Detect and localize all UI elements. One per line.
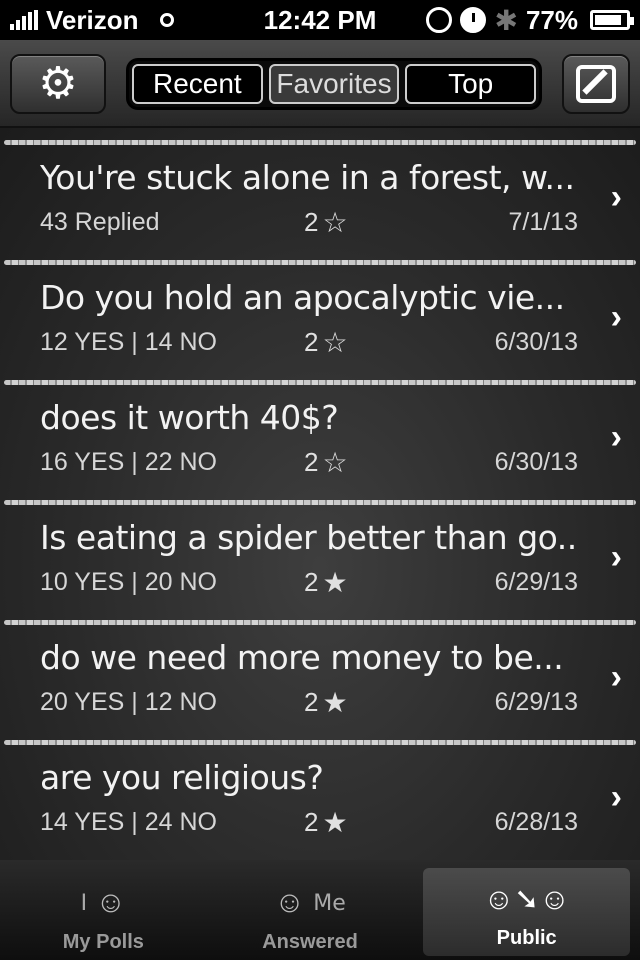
my-polls-icon: I ☺ [80,886,127,919]
poll-date: 6/29/13 [494,688,578,716]
poll-stats: 43 Replied [40,208,160,236]
battery-percent: 77% [525,4,578,35]
star-outline-icon: ☆ [322,327,348,358]
tab-my-polls[interactable]: I ☺ My Polls [0,860,207,960]
tab-label: My Polls [62,931,144,953]
chevron-right-icon: › [610,298,622,336]
chevron-right-icon: › [610,658,622,696]
bluetooth-icon: ✱ [494,4,518,36]
chevron-right-icon: › [610,538,622,576]
poll-title: are you religious? [40,758,324,797]
chalk-divider [4,500,636,505]
public-icon: ☺➘☺ [483,882,570,916]
chalk-divider [4,620,636,625]
chalk-divider [4,260,636,265]
activity-icon [160,13,175,27]
filter-segmented-control: Recent Favorites Top [126,58,542,110]
poll-stars: 2 ★ [304,687,348,718]
chalk-divider [4,380,636,385]
poll-stats: 10 YES | 20 NO [40,568,217,596]
list-item[interactable]: Is eating a spider better than go... 10 … [0,488,640,608]
chevron-right-icon: › [610,778,622,816]
poll-stats: 14 YES | 24 NO [40,808,217,836]
list-item[interactable]: does it worth 40$? 16 YES | 22 NO 2 ☆ 6/3… [0,368,640,488]
poll-title: Do you hold an apocalyptic vie... [40,278,565,317]
poll-date: 7/1/13 [508,208,578,236]
star-outline-icon: ☆ [322,207,348,238]
poll-date: 6/28/13 [494,808,578,836]
signal-icon [10,10,38,30]
poll-date: 6/29/13 [494,568,578,596]
star-outline-icon: ☆ [322,447,348,478]
poll-date: 6/30/13 [494,448,578,476]
star-filled-icon: ★ [322,687,348,718]
chalk-divider [4,140,636,145]
chalk-divider [4,740,636,745]
segment-favorites[interactable]: Favorites [268,64,400,104]
status-left: Verizon [10,4,175,36]
tab-bar: I ☺ My Polls ☺ Me Answered ☺➘☺ Public [0,860,640,960]
battery-icon [590,10,634,30]
poll-date: 6/30/13 [494,328,578,356]
poll-stats: 20 YES | 12 NO [40,688,217,716]
status-bar: Verizon 12:42 PM ✱ 77% [0,0,640,40]
poll-stars: 2 ★ [304,567,348,598]
list-item[interactable]: do we need more money to be... 20 YES | … [0,608,640,728]
rotation-lock-icon [426,7,453,33]
tab-label: Public [496,927,557,949]
segment-recent[interactable]: Recent [132,64,263,104]
poll-list: You're stuck alone in a forest, w... 43 … [0,128,640,860]
poll-stars: 2 ★ [304,807,348,838]
poll-stats: 12 YES | 14 NO [40,328,217,356]
top-toolbar: ⚙ Recent Favorites Top [0,40,640,128]
carrier-label: Verizon [46,4,139,35]
chevron-right-icon: › [610,418,622,456]
chevron-right-icon: › [610,178,622,216]
poll-stats: 16 YES | 22 NO [40,448,217,476]
poll-stars: 2 ☆ [304,447,348,478]
gear-icon: ⚙ [38,59,78,108]
list-item[interactable]: You're stuck alone in a forest, w... 43 … [0,128,640,248]
list-item[interactable]: are you religious? 14 YES | 24 NO 2 ★ 6/2… [0,728,640,848]
answered-icon: ☺ Me [274,886,346,919]
poll-title: does it worth 40$? [40,398,339,437]
tab-public[interactable]: ☺➘☺ Public [423,868,631,956]
star-filled-icon: ★ [322,807,348,838]
list-item[interactable]: Do you hold an apocalyptic vie... 12 YES… [0,248,640,368]
poll-stars: 2 ☆ [304,207,348,238]
tab-label: Answered [262,931,358,953]
poll-title: do we need more money to be... [40,638,564,677]
segment-top[interactable]: Top [405,64,537,104]
settings-button[interactable]: ⚙ [10,54,106,114]
star-filled-icon: ★ [322,567,348,598]
poll-title: You're stuck alone in a forest, w... [40,158,575,197]
alarm-icon [460,7,487,33]
poll-title: Is eating a spider better than go... [40,518,580,557]
compose-icon [576,65,616,103]
compose-button[interactable] [562,54,630,114]
poll-stars: 2 ☆ [304,327,348,358]
tab-answered[interactable]: ☺ Me Answered [207,860,414,960]
status-right: ✱ 77% [426,4,634,37]
